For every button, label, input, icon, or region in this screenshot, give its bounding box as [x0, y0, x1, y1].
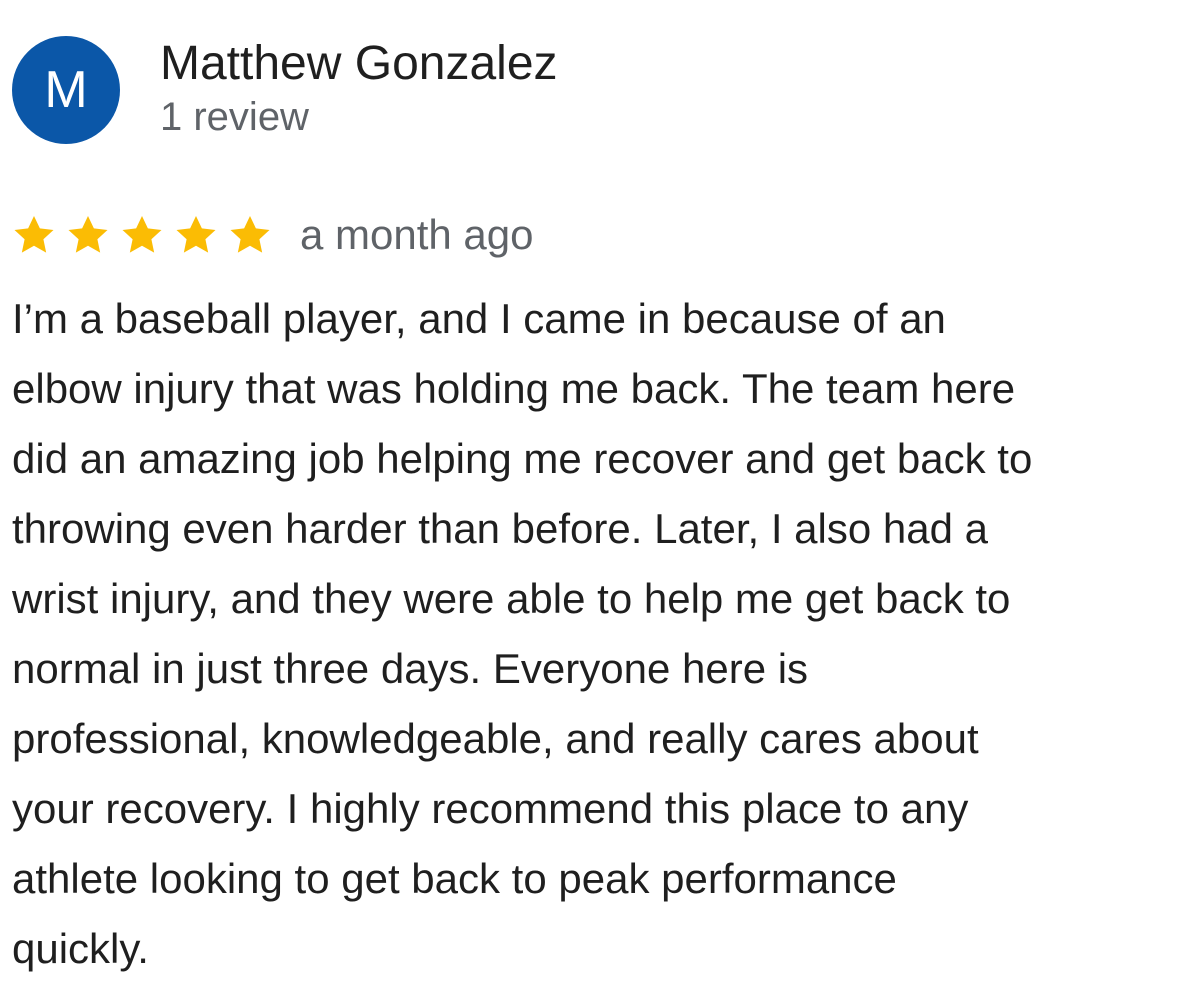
avatar[interactable]: M: [12, 36, 120, 144]
review-header: M Matthew Gonzalez 1 review: [12, 36, 558, 144]
author-info: Matthew Gonzalez 1 review: [160, 36, 558, 142]
star-icon: [226, 211, 274, 259]
review-text-line: normal in just three days. Everyone here…: [12, 645, 809, 692]
star-icon: [118, 211, 166, 259]
star-rating: [10, 211, 280, 259]
review-text-line: I’m a baseball player, and I came in bec…: [12, 295, 946, 342]
review-text-line: professional, knowledgeable, and really …: [12, 715, 979, 762]
review-text-line: elbow injury that was holding me back. T…: [12, 365, 1016, 412]
review-text-line: your recovery. I highly recommend this p…: [12, 785, 969, 832]
review-date: a month ago: [300, 211, 534, 258]
rating-row: a month ago: [10, 206, 534, 264]
star-icon: [172, 211, 220, 259]
review-text-line: quickly.: [12, 925, 149, 972]
star-icon: [10, 211, 58, 259]
review-count: 1 review: [160, 95, 309, 139]
review-text-line: wrist injury, and they were able to help…: [12, 575, 1011, 622]
author-name[interactable]: Matthew Gonzalez: [160, 36, 558, 92]
review-text-line: throwing even harder than before. Later,…: [12, 505, 988, 552]
star-icon: [64, 211, 112, 259]
review-text-line: athlete looking to get back to peak perf…: [12, 855, 897, 902]
review-text-line: did an amazing job helping me recover an…: [12, 435, 1033, 482]
avatar-letter: M: [44, 61, 88, 119]
review-text: I’m a baseball player, and I came in bec…: [12, 284, 1200, 984]
review-card: M Matthew Gonzalez 1 review a month ago …: [0, 0, 1200, 1000]
